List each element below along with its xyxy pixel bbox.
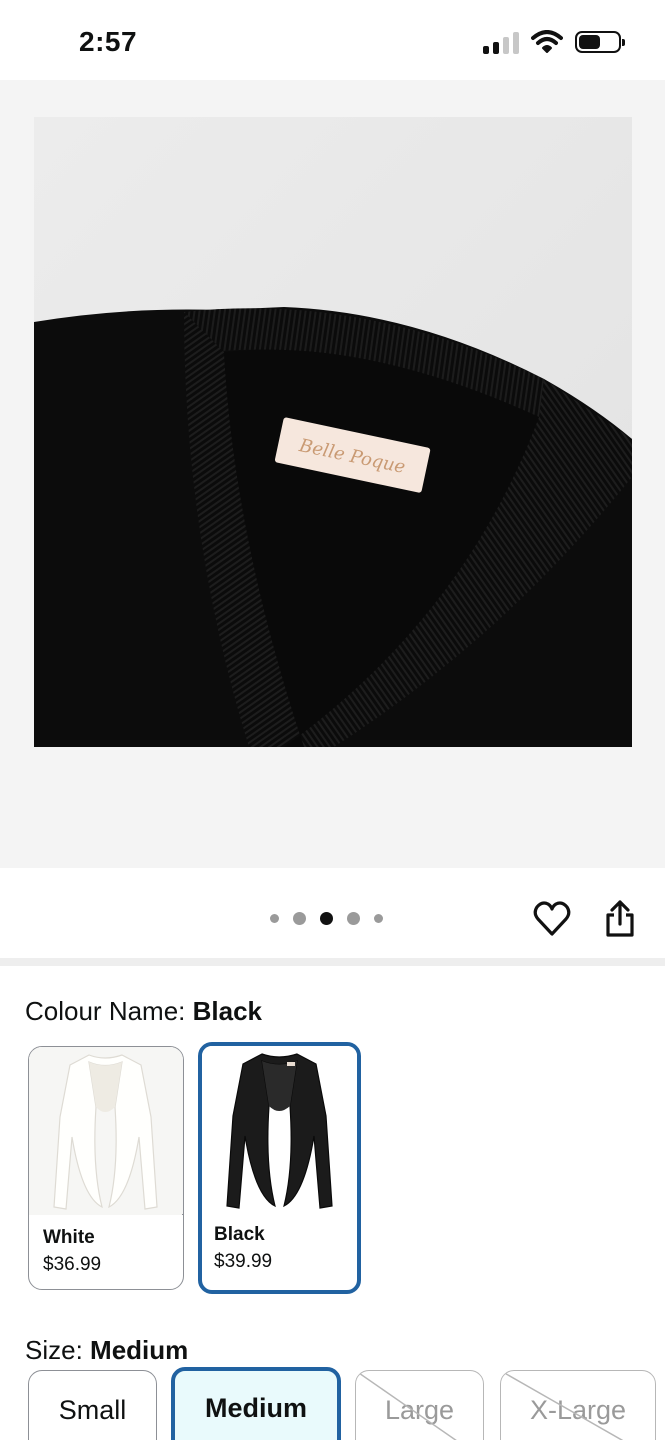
status-bar: 2:57 (0, 0, 665, 80)
status-icons (483, 30, 625, 54)
swatch-price: $36.99 (43, 1254, 102, 1275)
swatch-image-white (29, 1047, 183, 1215)
size-label: Size: (25, 1335, 91, 1365)
size-option-label: Small (58, 1395, 127, 1425)
colour-selected: Black (192, 996, 263, 1026)
colour-label: Colour Name: (25, 996, 193, 1026)
product-gallery[interactable]: Belle Poque (0, 80, 665, 868)
colour-swatch-black[interactable]: Black $39.99 (198, 1042, 361, 1294)
carousel-dot[interactable] (347, 912, 360, 925)
size-option-x-large[interactable]: X-Large (500, 1370, 656, 1440)
carousel-dots[interactable] (270, 912, 383, 925)
size-option-medium[interactable]: Medium (171, 1367, 341, 1440)
swatch-name: Black (214, 1224, 265, 1245)
wifi-icon (531, 30, 563, 53)
share-icon (606, 900, 634, 937)
swatch-name: White (43, 1227, 95, 1248)
unavailable-strike (356, 1371, 457, 1440)
size-selected: Medium (90, 1335, 189, 1365)
carousel-dot[interactable] (293, 912, 306, 925)
heart-icon (533, 901, 571, 936)
size-option-label: Medium (204, 1393, 307, 1423)
share-button[interactable] (600, 899, 640, 939)
swatch-image-black (202, 1046, 357, 1214)
size-option-large[interactable]: Large (355, 1370, 484, 1440)
status-time: 2:57 (79, 26, 138, 57)
section-divider (0, 958, 665, 966)
product-image[interactable]: Belle Poque (34, 117, 632, 747)
swatch-price: $39.99 (214, 1251, 273, 1272)
carousel-dot-active[interactable] (320, 912, 333, 925)
size-heading: Size: Medium (25, 1335, 188, 1366)
carousel-dot[interactable] (374, 914, 383, 923)
colour-heading: Colour Name: Black (25, 996, 262, 1027)
signal-icon (483, 30, 519, 54)
carousel-dot[interactable] (270, 914, 279, 923)
size-option-small[interactable]: Small (28, 1370, 157, 1440)
wishlist-button[interactable] (532, 899, 572, 939)
colour-swatch-white[interactable]: White $36.99 (28, 1046, 184, 1290)
battery-icon (575, 31, 625, 53)
cardigan-photo: Belle Poque (34, 117, 632, 747)
unavailable-strike (501, 1371, 624, 1440)
image-controls (0, 868, 665, 958)
